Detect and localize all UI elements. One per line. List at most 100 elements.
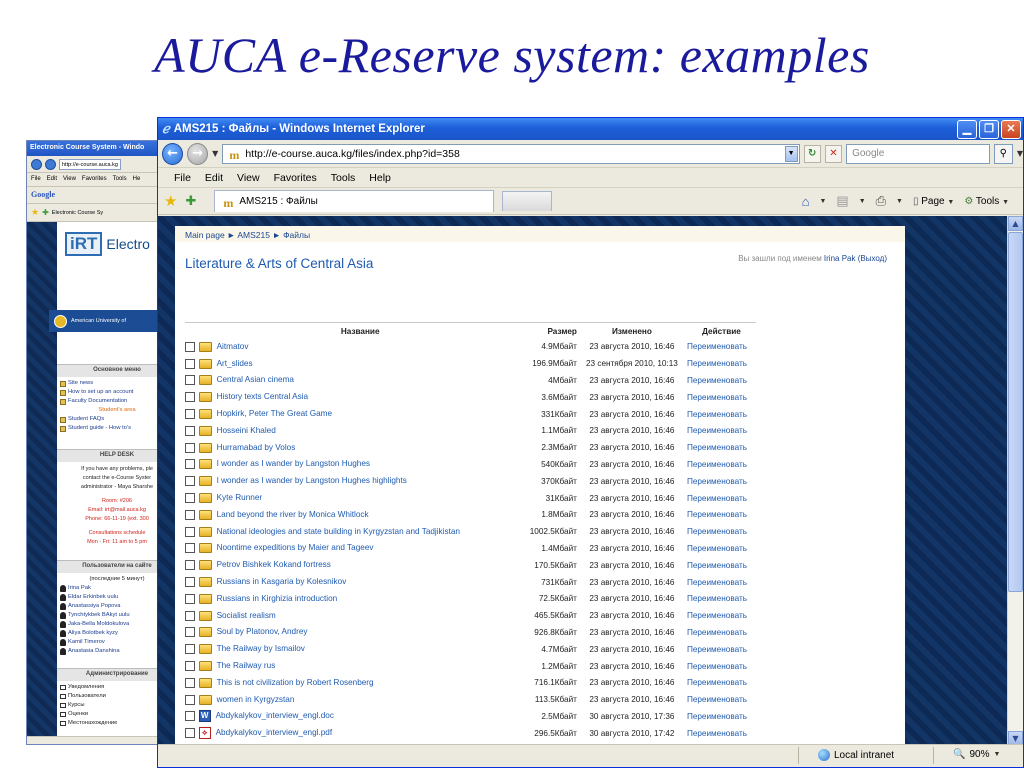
rename-link[interactable]: Переименовать [687, 376, 747, 385]
table-row[interactable]: I wonder as I wander by Langston Hughes 5… [185, 456, 756, 473]
row-checkbox[interactable] [185, 375, 195, 386]
table-row[interactable]: Aitmatov 4.9Мбайт 23 августа 2010, 16:46 Пе… [185, 339, 756, 356]
table-row[interactable]: Hurramabad by Volos 2.3Мбайт 23 августа 20… [185, 439, 756, 456]
restore-button[interactable]: ❐ [979, 119, 999, 139]
home-dropdown-icon[interactable]: ▼ [819, 198, 826, 205]
file-name-link[interactable]: This is not civilization by Robert Rosen… [217, 678, 374, 687]
row-checkbox[interactable] [185, 644, 195, 655]
page-menu[interactable]: ▯ Page ▼ [913, 196, 954, 207]
admin-item[interactable]: Оценки [60, 710, 165, 719]
zoom-control[interactable]: 🔍 90% ▼ [953, 749, 1000, 760]
file-name-link[interactable]: History texts Central Asia [217, 392, 308, 401]
user-item[interactable]: Anastasia Danshina [60, 647, 165, 656]
google-toolbar[interactable]: Google [27, 187, 165, 204]
window-titlebar[interactable]: ℯ AMS215 : Файлы - Windows Internet Expl… [158, 118, 1023, 140]
table-row[interactable]: Petrov Bishkek Kokand fortress 170.5Кбайт… [185, 557, 756, 574]
row-checkbox[interactable] [185, 526, 195, 537]
back-icon[interactable] [31, 158, 42, 170]
table-row[interactable]: The Railway by Ismailov 4.7Мбайт 23 август… [185, 641, 756, 658]
file-name-link[interactable]: Land beyond the river by Monica Whitlock [217, 510, 369, 519]
menu-file[interactable]: File [31, 176, 41, 183]
column-name-header[interactable]: Название [198, 322, 522, 339]
file-name-link[interactable]: Noontime expeditions by Maier and Tageev [217, 544, 374, 553]
table-row[interactable]: Russians in Kasgaria by Kolesnikov 731Кба… [185, 574, 756, 591]
rename-link[interactable]: Переименовать [687, 662, 747, 671]
admin-item[interactable]: Местонахождение [60, 719, 165, 728]
row-checkbox[interactable] [185, 677, 195, 688]
menu-tools[interactable]: Tools [113, 176, 127, 183]
rename-link[interactable]: Переименовать [687, 494, 747, 503]
table-row[interactable]: Russians in Kirghizia introduction 72.5Кб… [185, 590, 756, 607]
feeds-icon[interactable]: ▤ [836, 193, 848, 209]
breadcrumb[interactable]: Main page ► AMS215 ► Файлы [175, 226, 905, 242]
rename-link[interactable]: Переименовать [687, 645, 747, 654]
print-icon[interactable]: ⎙ [876, 193, 886, 209]
address-bar[interactable]: m http://e-course.auca.kg/files/index.ph… [222, 143, 800, 164]
row-checkbox[interactable] [185, 577, 195, 588]
file-name-link[interactable]: Hosseini Khaled [217, 426, 276, 435]
table-row[interactable]: Kyte Runner 31Кбайт 23 августа 2010, 16:46… [185, 490, 756, 507]
table-row[interactable]: I wonder as I wander by Langston Hughes … [185, 473, 756, 490]
history-dropdown-icon[interactable]: ▼ [212, 149, 218, 158]
user-item[interactable]: Jaka-Bella Moldokulova [60, 620, 165, 629]
rename-link[interactable]: Переименовать [687, 628, 747, 637]
rename-link[interactable]: Переименовать [687, 729, 747, 738]
main-menu-item[interactable]: Site news [60, 379, 165, 388]
table-row[interactable]: The Railway rus 1.2Мбайт 23 августа 2010, … [185, 658, 756, 675]
stop-button[interactable]: ✕ [824, 144, 843, 163]
table-row[interactable]: History texts Central Asia 3.6Мбайт 23 авг… [185, 389, 756, 406]
user-item[interactable]: Kamil Timerov [60, 638, 165, 647]
rename-link[interactable]: Переименовать [687, 393, 747, 402]
background-tab[interactable]: Electronic Course Sy [52, 210, 103, 216]
menu-edit[interactable]: Edit [205, 172, 223, 184]
tools-menu[interactable]: ⚙ Tools ▼ [964, 196, 1009, 207]
rename-link[interactable]: Переименовать [687, 594, 747, 603]
file-name-link[interactable]: Petrov Bishkek Kokand fortress [217, 560, 331, 569]
row-checkbox[interactable] [185, 627, 195, 638]
file-name-link[interactable]: Abdykalykov_interview_engl.pdf [216, 728, 333, 737]
table-row[interactable]: Hopkirk, Peter The Great Game 331Кбайт 23 … [185, 406, 756, 423]
table-row[interactable]: This is not civilization by Robert Rosen… [185, 674, 756, 691]
row-checkbox[interactable] [185, 442, 195, 453]
table-row[interactable]: W Abdykalykov_interview_engl.doc 2.5Мбайт 3… [185, 708, 756, 725]
menu-favorites[interactable]: Favorites [82, 176, 107, 183]
background-browser-window[interactable]: Electronic Course System - Windo http://… [26, 140, 166, 745]
row-checkbox[interactable] [185, 509, 195, 520]
table-row[interactable]: Art_slides 196.9Мбайт 23 сентября 2010, 10… [185, 355, 756, 372]
file-name-link[interactable]: Art_slides [217, 359, 253, 368]
help-email[interactable]: Email: irt@mail.auca.kg [60, 506, 165, 515]
user-item[interactable]: Anastassiya Popova [60, 602, 165, 611]
row-checkbox[interactable] [185, 543, 195, 554]
rename-link[interactable]: Переименовать [687, 410, 747, 419]
file-name-link[interactable]: Abdykalykov_interview_engl.doc [216, 712, 334, 721]
row-checkbox[interactable] [185, 711, 195, 722]
rename-link[interactable]: Переименовать [687, 611, 747, 620]
table-row[interactable]: Central Asian cinema 4Мбайт 23 августа 201… [185, 372, 756, 389]
menu-favorites[interactable]: Favorites [274, 172, 317, 184]
rename-link[interactable]: Переименовать [687, 695, 747, 704]
security-zone[interactable]: Local intranet [818, 749, 894, 761]
rename-link[interactable]: Переименовать [687, 561, 747, 570]
table-row[interactable]: ⟡ Abdykalykov_interview_engl.pdf 296.5Кбай… [185, 725, 756, 742]
file-name-link[interactable]: The Railway rus [217, 661, 276, 670]
file-name-link[interactable]: Central Asian cinema [217, 376, 294, 385]
user-item[interactable]: Irina Pak [60, 584, 165, 593]
tab-ams215-files[interactable]: m AMS215 : Файлы [214, 190, 495, 212]
row-checkbox[interactable] [185, 493, 195, 504]
file-name-link[interactable]: Aitmatov [217, 342, 249, 351]
student-menu-item[interactable]: Student FAQs [60, 415, 165, 424]
row-checkbox[interactable] [185, 593, 195, 604]
row-checkbox[interactable] [185, 728, 195, 739]
file-name-link[interactable]: Russians in Kirghizia introduction [217, 594, 338, 603]
table-row[interactable]: National ideologies and state building i… [185, 523, 756, 540]
row-checkbox[interactable] [185, 610, 195, 621]
column-size-header[interactable]: Размер [521, 322, 577, 339]
home-icon[interactable]: ⌂ [802, 194, 810, 209]
logout-link[interactable]: (Выход) [858, 254, 887, 263]
refresh-button[interactable]: ↻ [803, 144, 821, 163]
rename-link[interactable]: Переименовать [687, 527, 747, 536]
user-item[interactable]: Tynchtykbek BAkyt uulu [60, 611, 165, 620]
file-name-link[interactable]: National ideologies and state building i… [217, 527, 460, 536]
row-checkbox[interactable] [185, 392, 195, 403]
file-name-link[interactable]: I wonder as I wander by Langston Hughes … [217, 476, 407, 485]
